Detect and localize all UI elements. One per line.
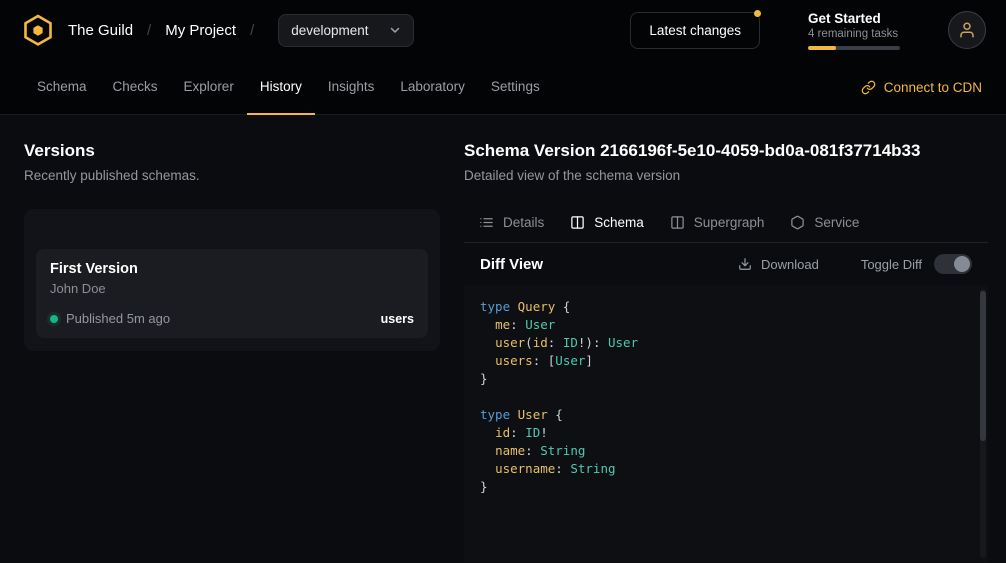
tab-supergraph[interactable]: Supergraph — [657, 203, 778, 242]
version-status: Published 5m ago — [66, 311, 170, 326]
tab-explorer[interactable]: Explorer — [171, 60, 247, 115]
versions-subtitle: Recently published schemas. — [24, 168, 440, 183]
get-started-widget[interactable]: Get Started 4 remaining tasks — [808, 11, 904, 50]
latest-changes-label: Latest changes — [649, 23, 741, 38]
detail-tabs: Details Schema Supergraph — [464, 203, 988, 243]
list-icon — [479, 215, 494, 230]
top-bar: The Guild / My Project / development Lat… — [0, 0, 1006, 60]
version-detail-subtitle: Detailed view of the schema version — [464, 168, 988, 183]
code-line: } — [480, 370, 964, 388]
connect-to-cdn-link[interactable]: Connect to CDN — [861, 80, 982, 95]
topbar-right: Latest changes Get Started 4 remaining t… — [630, 11, 986, 50]
versions-list: First Version John Doe Published 5m ago … — [24, 209, 440, 351]
latest-changes-button[interactable]: Latest changes — [630, 12, 760, 49]
connect-to-cdn-label: Connect to CDN — [884, 80, 982, 95]
link-icon — [861, 80, 876, 95]
code-scrollbar-track[interactable] — [980, 289, 986, 558]
download-icon — [738, 257, 752, 271]
diff-view-title: Diff View — [480, 256, 543, 273]
version-detail-section: Schema Version 2166196f-5e10-4059-bd0a-0… — [464, 129, 988, 562]
breadcrumb-separator: / — [250, 22, 254, 39]
code-viewer[interactable]: type Query { me: User user(id: ID!): Use… — [464, 285, 988, 562]
version-list-item[interactable]: First Version John Doe Published 5m ago … — [36, 249, 428, 338]
breadcrumb-project[interactable]: My Project — [165, 22, 236, 39]
version-meta-row: Published 5m ago users — [50, 311, 414, 326]
download-label: Download — [761, 257, 819, 272]
tab-history[interactable]: History — [247, 60, 315, 115]
version-detail-panel: Details Schema Supergraph — [464, 203, 988, 562]
environment-selector-value: development — [291, 23, 368, 38]
tab-details[interactable]: Details — [466, 203, 557, 242]
version-detail-title: Schema Version 2166196f-5e10-4059-bd0a-0… — [464, 141, 988, 161]
versions-section: Versions Recently published schemas. Fir… — [24, 129, 440, 562]
diff-header: Diff View Download Toggle Diff — [464, 243, 988, 285]
cube-icon — [790, 215, 805, 230]
notification-dot-icon — [754, 10, 761, 17]
toggle-knob — [954, 256, 970, 272]
tab-supergraph-label: Supergraph — [694, 215, 765, 230]
code-line: type User { — [480, 406, 964, 424]
code-scrollbar-thumb[interactable] — [980, 291, 986, 441]
code-line: username: String — [480, 460, 964, 478]
chevron-down-icon — [389, 24, 401, 36]
code-line: user(id: ID!): User — [480, 334, 964, 352]
versions-title: Versions — [24, 141, 440, 161]
tab-schema[interactable]: Schema — [24, 60, 100, 115]
published-status-dot-icon — [50, 315, 58, 323]
tab-details-label: Details — [503, 215, 544, 230]
code-line: type Query { — [480, 298, 964, 316]
tab-schema-view-label: Schema — [594, 215, 644, 230]
tab-settings[interactable]: Settings — [478, 60, 553, 115]
get-started-progress-fill — [808, 46, 836, 50]
code-line: me: User — [480, 316, 964, 334]
tab-laboratory[interactable]: Laboratory — [387, 60, 478, 115]
tab-service-label: Service — [814, 215, 859, 230]
code-block: type Query { me: User user(id: ID!): Use… — [480, 298, 964, 496]
breadcrumb-org[interactable]: The Guild — [68, 22, 133, 39]
app-root: The Guild / My Project / development Lat… — [0, 0, 1006, 562]
top-section: The Guild / My Project / development Lat… — [0, 0, 1006, 115]
get-started-subtitle: 4 remaining tasks — [808, 28, 904, 40]
code-line: name: String — [480, 442, 964, 460]
grid-icon — [670, 215, 685, 230]
breadcrumb: The Guild / My Project / development — [68, 14, 414, 47]
tab-insights[interactable]: Insights — [315, 60, 388, 115]
person-icon — [958, 21, 976, 39]
code-line: users: [User] — [480, 352, 964, 370]
get-started-progress — [808, 46, 900, 50]
code-line: } — [480, 478, 964, 496]
code-line — [480, 388, 964, 406]
user-avatar[interactable] — [948, 11, 986, 49]
hive-logo-icon[interactable] — [20, 12, 56, 48]
environment-selector[interactable]: development — [278, 14, 413, 47]
main-nav: Schema Checks Explorer History Insights … — [0, 60, 1006, 115]
main-content: Versions Recently published schemas. Fir… — [0, 115, 1006, 562]
download-button[interactable]: Download — [732, 256, 825, 273]
diff-toggle-switch[interactable] — [934, 254, 972, 274]
tab-service[interactable]: Service — [777, 203, 872, 242]
breadcrumb-separator: / — [147, 22, 151, 39]
grid-icon — [570, 215, 585, 230]
version-service-badge: users — [381, 312, 414, 326]
code-line: id: ID! — [480, 424, 964, 442]
get-started-title: Get Started — [808, 11, 904, 26]
tab-schema-view[interactable]: Schema — [557, 203, 657, 242]
version-name: First Version — [50, 261, 414, 277]
version-author: John Doe — [50, 281, 414, 296]
tab-checks[interactable]: Checks — [100, 60, 171, 115]
toggle-diff-label: Toggle Diff — [861, 257, 922, 272]
